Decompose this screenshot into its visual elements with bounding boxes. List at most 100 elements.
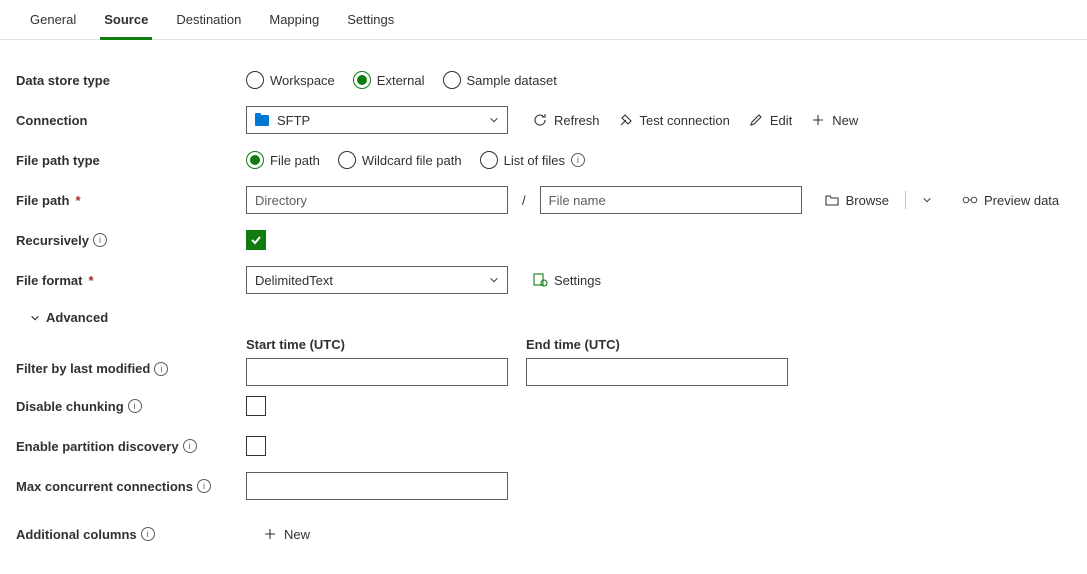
row-file-format: File format* DelimitedText Settings bbox=[16, 260, 1071, 300]
test-connection-button[interactable]: Test connection bbox=[614, 112, 734, 128]
label-data-store-type: Data store type bbox=[16, 73, 246, 88]
label-filter-last-modified: Filter by last modified i bbox=[16, 337, 246, 376]
check-icon bbox=[250, 234, 262, 246]
row-filter-last-modified: Filter by last modified i Start time (UT… bbox=[16, 337, 1071, 386]
radio-external[interactable]: External bbox=[353, 71, 425, 89]
radio-list-label: List of files bbox=[504, 153, 565, 168]
radio-external-label: External bbox=[377, 73, 425, 88]
advanced-label: Advanced bbox=[46, 310, 108, 325]
label-file-format: File format* bbox=[16, 273, 246, 288]
radio-wildcard[interactable]: Wildcard file path bbox=[338, 151, 462, 169]
info-icon[interactable]: i bbox=[141, 527, 155, 541]
row-recursively: Recursively i bbox=[16, 220, 1071, 260]
radio-file-path-label: File path bbox=[270, 153, 320, 168]
test-connection-icon bbox=[618, 112, 634, 128]
data-store-type-radio-group: Workspace External Sample dataset bbox=[246, 71, 557, 89]
label-disable-chunking: Disable chunking i bbox=[16, 399, 246, 414]
radio-sample-dataset[interactable]: Sample dataset bbox=[443, 71, 557, 89]
new-connection-button[interactable]: New bbox=[806, 112, 862, 128]
edit-label: Edit bbox=[770, 113, 792, 128]
source-form: Data store type Workspace External Sampl… bbox=[0, 40, 1087, 574]
disable-chunking-checkbox[interactable] bbox=[246, 396, 266, 416]
plus-icon bbox=[262, 526, 278, 542]
preview-data-button[interactable]: Preview data bbox=[958, 192, 1063, 208]
tab-source[interactable]: Source bbox=[90, 0, 162, 39]
label-end-time: End time (UTC) bbox=[526, 337, 788, 352]
file-format-settings-button[interactable]: Settings bbox=[528, 272, 605, 288]
info-icon[interactable]: i bbox=[183, 439, 197, 453]
label-additional-columns: Additional columns i bbox=[16, 527, 246, 542]
refresh-label: Refresh bbox=[554, 113, 600, 128]
radio-file-path[interactable]: File path bbox=[246, 151, 320, 169]
start-time-input[interactable] bbox=[246, 358, 508, 386]
info-icon[interactable]: i bbox=[197, 479, 211, 493]
tab-mapping[interactable]: Mapping bbox=[255, 0, 333, 39]
connection-value: SFTP bbox=[277, 113, 310, 128]
row-disable-chunking: Disable chunking i bbox=[16, 386, 1071, 426]
refresh-button[interactable]: Refresh bbox=[528, 112, 604, 128]
file-format-settings-label: Settings bbox=[554, 273, 601, 288]
file-path-type-radio-group: File path Wildcard file path List of fil… bbox=[246, 151, 585, 169]
browse-label: Browse bbox=[846, 193, 889, 208]
settings-icon bbox=[532, 272, 548, 288]
label-connection: Connection bbox=[16, 113, 246, 128]
label-file-path: File path* bbox=[16, 193, 246, 208]
plus-icon bbox=[810, 112, 826, 128]
path-separator: / bbox=[518, 193, 530, 208]
row-enable-partition: Enable partition discovery i bbox=[16, 426, 1071, 466]
row-connection: Connection SFTP Refresh Test connection … bbox=[16, 100, 1071, 140]
tab-bar: General Source Destination Mapping Setti… bbox=[0, 0, 1087, 40]
preview-data-label: Preview data bbox=[984, 193, 1059, 208]
label-file-path-type: File path type bbox=[16, 153, 246, 168]
browse-dropdown[interactable] bbox=[918, 195, 936, 205]
radio-sample-label: Sample dataset bbox=[467, 73, 557, 88]
browse-folder-icon bbox=[824, 192, 840, 208]
divider bbox=[905, 191, 906, 209]
enable-partition-checkbox[interactable] bbox=[246, 436, 266, 456]
radio-list-of-files[interactable]: List of files i bbox=[480, 151, 585, 169]
preview-icon bbox=[962, 192, 978, 208]
row-additional-columns: Additional columns i New bbox=[16, 514, 1071, 554]
tab-settings[interactable]: Settings bbox=[333, 0, 408, 39]
folder-icon bbox=[255, 115, 269, 126]
edit-icon bbox=[748, 112, 764, 128]
edit-connection-button[interactable]: Edit bbox=[744, 112, 796, 128]
file-format-select[interactable]: DelimitedText bbox=[246, 266, 508, 294]
end-time-input[interactable] bbox=[526, 358, 788, 386]
filename-input[interactable] bbox=[540, 186, 802, 214]
info-icon[interactable]: i bbox=[93, 233, 107, 247]
time-group: Start time (UTC) End time (UTC) bbox=[246, 337, 788, 386]
info-icon[interactable]: i bbox=[128, 399, 142, 413]
chevron-down-icon bbox=[489, 275, 499, 285]
label-enable-partition: Enable partition discovery i bbox=[16, 439, 246, 454]
label-start-time: Start time (UTC) bbox=[246, 337, 508, 352]
row-file-path: File path* / Browse Preview data bbox=[16, 180, 1071, 220]
directory-input[interactable] bbox=[246, 186, 508, 214]
radio-workspace[interactable]: Workspace bbox=[246, 71, 335, 89]
chevron-down-icon bbox=[30, 313, 40, 323]
browse-button[interactable]: Browse bbox=[820, 192, 893, 208]
row-data-store-type: Data store type Workspace External Sampl… bbox=[16, 60, 1071, 100]
new-label: New bbox=[832, 113, 858, 128]
radio-workspace-label: Workspace bbox=[270, 73, 335, 88]
tab-destination[interactable]: Destination bbox=[162, 0, 255, 39]
label-max-concurrent: Max concurrent connections i bbox=[16, 479, 246, 494]
max-concurrent-input[interactable] bbox=[246, 472, 508, 500]
chevron-down-icon bbox=[489, 115, 499, 125]
advanced-toggle[interactable]: Advanced bbox=[16, 300, 1071, 329]
info-icon[interactable]: i bbox=[571, 153, 585, 167]
test-connection-label: Test connection bbox=[640, 113, 730, 128]
tab-general[interactable]: General bbox=[16, 0, 90, 39]
additional-columns-new-label: New bbox=[284, 527, 310, 542]
chevron-down-icon bbox=[922, 195, 932, 205]
row-file-path-type: File path type File path Wildcard file p… bbox=[16, 140, 1071, 180]
label-recursively: Recursively i bbox=[16, 233, 246, 248]
row-max-concurrent: Max concurrent connections i bbox=[16, 466, 1071, 506]
file-format-value: DelimitedText bbox=[255, 273, 333, 288]
additional-columns-new-button[interactable]: New bbox=[258, 526, 314, 542]
refresh-icon bbox=[532, 112, 548, 128]
info-icon[interactable]: i bbox=[154, 362, 168, 376]
recursively-checkbox[interactable] bbox=[246, 230, 266, 250]
connection-select[interactable]: SFTP bbox=[246, 106, 508, 134]
radio-wildcard-label: Wildcard file path bbox=[362, 153, 462, 168]
